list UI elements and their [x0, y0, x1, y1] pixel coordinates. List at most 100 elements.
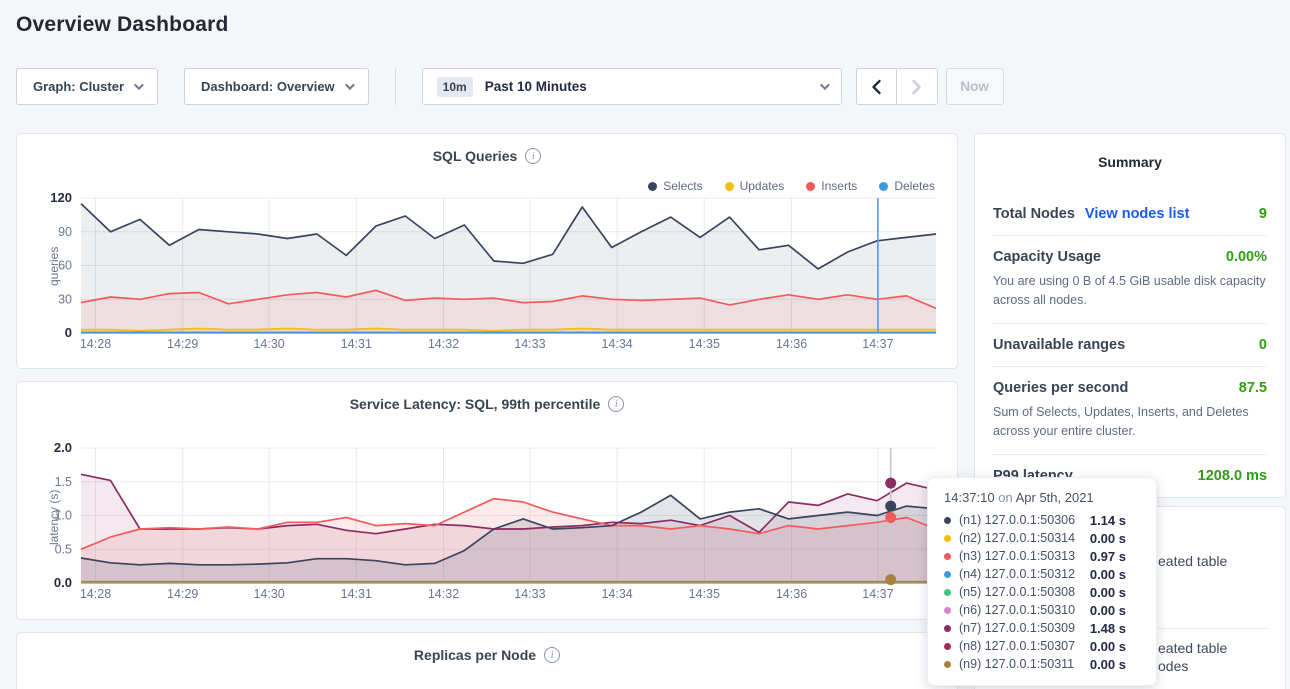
series-dot — [944, 607, 951, 614]
legend-item-inserts[interactable]: Inserts — [806, 179, 857, 193]
series-dot — [944, 517, 951, 524]
tooltip-row-n9: (n9) 127.0.0.1:503110.00 s — [944, 655, 1140, 673]
summary-label: Queries per second — [993, 380, 1128, 396]
chart-hover-tooltip: 14:37:10 on Apr 5th, 2021 (n1) 127.0.0.1… — [927, 477, 1157, 686]
dashboard-controls: Graph: Cluster Dashboard: Overview 10m P… — [16, 68, 1004, 105]
node-latency-value: 0.97 s — [1090, 549, 1126, 564]
node-latency-value: 0.00 s — [1090, 603, 1126, 618]
summary-value: 1208.0 ms — [1198, 468, 1267, 484]
page-title: Overview Dashboard — [16, 13, 229, 37]
svg-text:14:37: 14:37 — [862, 587, 893, 601]
tooltip-row-n4: (n4) 127.0.0.1:503120.00 s — [944, 565, 1140, 583]
summary-row-unavailable-ranges: Unavailable ranges 0 — [993, 323, 1267, 366]
svg-text:2.0: 2.0 — [54, 442, 72, 455]
svg-text:90: 90 — [58, 225, 72, 239]
svg-text:14:28: 14:28 — [80, 337, 111, 351]
legend-label: Updates — [740, 179, 785, 193]
node-latency-value: 0.00 s — [1090, 657, 1126, 672]
tooltip-row-n6: (n6) 127.0.0.1:50310 0.00 s — [944, 601, 1140, 619]
svg-text:120: 120 — [50, 192, 72, 205]
info-icon[interactable]: i — [608, 396, 624, 412]
legend-label: Inserts — [821, 179, 857, 193]
legend-dot — [879, 182, 888, 191]
series-dot — [944, 553, 951, 560]
now-button[interactable]: Now — [946, 68, 1004, 105]
svg-text:0.5: 0.5 — [55, 542, 72, 556]
series-dot — [944, 625, 951, 632]
legend-label: Selects — [663, 179, 702, 193]
event-text-fragment[interactable]: eated table — [1158, 640, 1227, 656]
chart-header: Service Latency: SQL, 99th percentile i — [17, 396, 957, 412]
node-address: (n2) 127.0.0.1:50314 — [959, 531, 1075, 545]
sql-queries-chart[interactable]: 14:2814:2914:3014:3114:3214:3314:3414:35… — [17, 192, 959, 362]
chevron-down-icon — [345, 80, 355, 90]
service-latency-chart[interactable]: 14:2814:2914:3014:3114:3214:3314:3414:35… — [17, 442, 959, 610]
legend-item-updates[interactable]: Updates — [725, 179, 785, 193]
series-dot — [944, 589, 951, 596]
view-nodes-list-link[interactable]: View nodes list — [1085, 206, 1190, 222]
node-address: (n7) 127.0.0.1:50309 — [959, 621, 1075, 635]
info-icon[interactable]: i — [525, 148, 541, 164]
node-address: (n5) 127.0.0.1:50308 — [959, 585, 1075, 599]
svg-text:14:28: 14:28 — [80, 587, 111, 601]
tooltip-date: Apr 5th, 2021 — [1016, 490, 1094, 505]
summary-value: 9 — [1259, 206, 1267, 222]
node-address: (n4) 127.0.0.1:50312 — [959, 567, 1075, 581]
time-range-picker[interactable]: 10m Past 10 Minutes — [422, 68, 842, 105]
time-forward-button[interactable] — [897, 68, 938, 105]
tooltip-row-n7: (n7) 127.0.0.1:503091.48 s — [944, 619, 1140, 637]
summary-title: Summary — [975, 154, 1285, 170]
time-range-label: Past 10 Minutes — [485, 79, 587, 94]
node-address: (n6) 127.0.0.1:50310 — [959, 603, 1075, 617]
legend-item-deletes[interactable]: Deletes — [879, 179, 935, 193]
event-text-fragment[interactable]: odes — [1158, 658, 1188, 674]
time-back-button[interactable] — [856, 68, 897, 105]
dashboard-select-dropdown[interactable]: Dashboard: Overview — [184, 68, 369, 105]
divider — [395, 68, 396, 105]
sql-queries-chart-card: SQL Queries i Selects Updates Inserts De… — [16, 133, 958, 369]
series-dot — [944, 643, 951, 650]
chart-title: Replicas per Node — [414, 647, 536, 663]
replicas-per-node-chart-card: Replicas per Node i — [16, 632, 958, 689]
series-dot — [944, 535, 951, 542]
svg-text:0.0: 0.0 — [54, 575, 72, 590]
legend-dot — [806, 182, 815, 191]
node-latency-value: 0.00 s — [1090, 531, 1126, 546]
node-address: (n8) 127.0.0.1:50307 — [959, 639, 1075, 653]
summary-description: You are using 0 B of 4.5 GiB usable disk… — [993, 272, 1267, 310]
summary-value: 87.5 — [1239, 380, 1267, 396]
chart-title: SQL Queries — [433, 148, 518, 164]
summary-label: Unavailable ranges — [993, 337, 1125, 353]
svg-text:1.5: 1.5 — [55, 475, 72, 489]
svg-text:14:36: 14:36 — [776, 337, 807, 351]
svg-text:14:35: 14:35 — [689, 337, 720, 351]
svg-text:14:33: 14:33 — [514, 587, 545, 601]
svg-text:14:36: 14:36 — [776, 587, 807, 601]
summary-value: 0 — [1259, 337, 1267, 353]
svg-text:14:34: 14:34 — [601, 587, 632, 601]
legend-item-selects[interactable]: Selects — [648, 179, 702, 193]
svg-text:14:34: 14:34 — [601, 337, 632, 351]
info-icon[interactable]: i — [544, 647, 560, 663]
chart-header: SQL Queries i — [17, 148, 957, 164]
svg-text:60: 60 — [58, 259, 72, 273]
tooltip-on: on — [998, 490, 1012, 505]
tooltip-row-n8: (n8) 127.0.0.1:50307 0.00 s — [944, 637, 1140, 655]
summary-row-capacity-usage: Capacity Usage 0.00% You are using 0 B o… — [993, 235, 1267, 323]
event-text-fragment[interactable]: eated table — [1158, 553, 1227, 569]
tooltip-timestamp: 14:37:10 on Apr 5th, 2021 — [944, 490, 1140, 505]
summary-description: Sum of Selects, Updates, Inserts, and De… — [993, 403, 1267, 441]
tooltip-row-n2: (n2) 127.0.0.1:50314 0.00 s — [944, 529, 1140, 547]
svg-text:14:35: 14:35 — [689, 587, 720, 601]
tooltip-row-n5: (n5) 127.0.0.1:503080.00 s — [944, 583, 1140, 601]
svg-text:14:32: 14:32 — [428, 587, 459, 601]
summary-label: Capacity Usage — [993, 249, 1101, 265]
service-latency-chart-card: Service Latency: SQL, 99th percentile i … — [16, 381, 958, 620]
node-latency-value: 0.00 s — [1090, 639, 1126, 654]
time-pager — [856, 68, 938, 105]
summary-row-queries-per-second: Queries per second 87.5 Sum of Selects, … — [993, 366, 1267, 454]
legend-dot — [725, 182, 734, 191]
graph-scope-label: Graph: Cluster — [33, 79, 124, 94]
graph-scope-dropdown[interactable]: Graph: Cluster — [16, 68, 158, 105]
summary-panel: Summary Total Nodes View nodes list 9 Ca… — [974, 133, 1286, 498]
